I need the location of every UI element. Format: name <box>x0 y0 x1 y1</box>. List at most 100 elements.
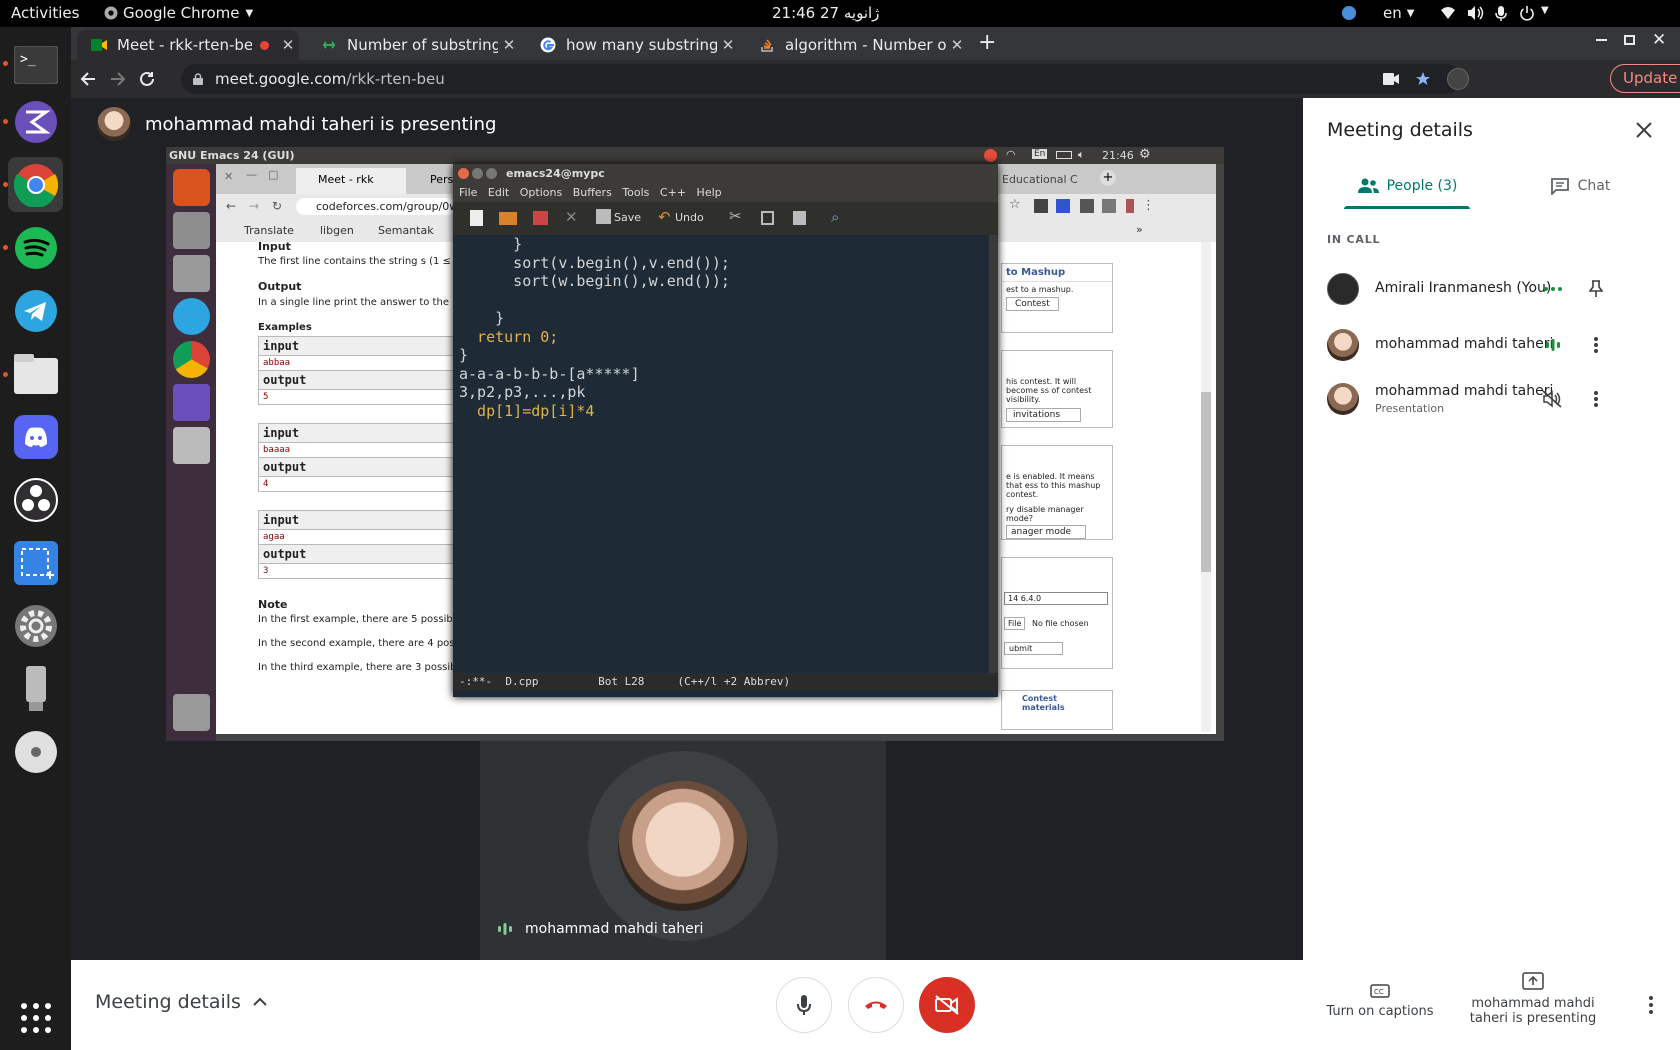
tab-meet[interactable]: Meet - rkk-rten-beu ✕ <box>77 30 299 60</box>
people-tab-label: People (3) <box>1386 178 1458 194</box>
dock-emacs[interactable] <box>8 94 63 149</box>
status-circle-icon[interactable] <box>1341 5 1357 25</box>
dock-files[interactable] <box>8 346 63 401</box>
emacs-minimize-icon <box>472 168 483 179</box>
profile-avatar[interactable] <box>1447 68 1469 90</box>
participant-row[interactable]: mohammad mahdi taheri Presentation <box>1327 375 1657 423</box>
file-status: No file chosen <box>1032 619 1089 628</box>
shared-more-vert-icon: ⋮ <box>1142 198 1155 213</box>
dock-terminal[interactable]: >_ <box>8 37 63 92</box>
tab-people[interactable]: People (3) <box>1344 164 1470 208</box>
shared-back-icon: ← <box>226 199 237 213</box>
update-button[interactable]: Update⋮ <box>1610 64 1680 93</box>
mashup-contest-button: Contest <box>1006 297 1059 311</box>
forward-icon[interactable] <box>110 71 126 87</box>
tab-substrings-1[interactable]: Number of substrings of a ✕ <box>307 30 520 60</box>
close-window-icon[interactable]: ✕ <box>1652 30 1666 50</box>
camera-button[interactable] <box>919 977 975 1033</box>
power-menu[interactable]: ▼ <box>1519 5 1549 21</box>
speaking-indicator-icon <box>1546 339 1560 351</box>
presenting-button[interactable]: mohammad mahdi taheri is presenting <box>1455 972 1611 1026</box>
new-tab-button[interactable]: + <box>978 30 996 55</box>
code-line: return 0; <box>459 327 559 346</box>
camera-indicator-icon[interactable] <box>1383 73 1399 85</box>
recording-dot-icon <box>260 40 269 50</box>
shared-ubuntu-icon <box>173 169 210 206</box>
code-line: sort(v.begin(),v.end()); <box>459 253 730 272</box>
pin-icon[interactable] <box>1589 280 1603 298</box>
dock-obs[interactable] <box>8 472 63 527</box>
more-options-button[interactable] <box>1648 995 1654 1015</box>
tab-stackoverflow[interactable]: algorithm - Number of su ✕ <box>745 30 968 60</box>
sample-test: input baaaa output 4 <box>258 423 458 492</box>
maximize-icon[interactable] <box>1624 35 1635 45</box>
presenting-banner: mohammad mahdi taheri is presenting <box>97 107 496 141</box>
wifi-icon[interactable] <box>1440 5 1456 25</box>
shared-window-title: GNU Emacs 24 (GUI) <box>169 149 295 162</box>
shared-bookmark: Semantak <box>378 224 434 237</box>
dock-spotify[interactable] <box>8 220 63 275</box>
dock-telegram[interactable] <box>8 283 63 338</box>
leave-call-button[interactable] <box>848 977 904 1033</box>
activities-button[interactable]: Activities <box>11 4 79 22</box>
url-host: meet.google.com <box>215 70 347 88</box>
shared-chrome-icon <box>173 341 210 378</box>
emacs-menu-item: Tools <box>622 186 650 199</box>
participant-row[interactable]: Amirali Iranmanesh (You) <box>1327 265 1657 313</box>
sample-output-value: 4 <box>259 476 457 491</box>
clock[interactable]: 21:46 27 ژانویه <box>772 4 879 22</box>
back-icon[interactable] <box>80 71 96 87</box>
volume-icon[interactable] <box>1466 5 1484 25</box>
problem-examples-heading: Examples <box>258 322 312 333</box>
app-menu[interactable]: Google Chrome ▼ <box>104 4 253 22</box>
dock-settings[interactable] <box>8 598 63 653</box>
dock-discord[interactable] <box>8 409 63 464</box>
dock-usb-drive[interactable] <box>8 661 63 716</box>
tab-close-icon[interactable]: ✕ <box>498 36 520 54</box>
shared-ubuntu-bar: GNU Emacs 24 (GUI) ◠ En 🔈︎ 21:46 ⚙ <box>166 147 1224 164</box>
dock-chrome[interactable] <box>8 157 63 212</box>
people-icon <box>1357 178 1379 193</box>
minimize-icon[interactable] <box>1596 39 1607 41</box>
microphone-icon[interactable] <box>1494 5 1508 26</box>
language-indicator[interactable]: en ▼ <box>1383 4 1414 22</box>
participant-subtitle: Presentation <box>1375 402 1445 415</box>
emacs-maximize-icon <box>486 168 497 179</box>
more-horiz-icon[interactable] <box>1544 287 1562 291</box>
code-line: a-a-a-b-b-b-[a*****] <box>459 364 640 383</box>
address-bar[interactable]: meet.google.com/rkk-rten-beu <box>181 64 1461 94</box>
shared-battery-icon <box>1056 151 1072 159</box>
tab-close-icon[interactable]: ✕ <box>717 36 739 54</box>
show-applications[interactable] <box>8 990 63 1045</box>
manager-text: e is enabled. It means that ess to this … <box>1006 472 1101 499</box>
dock-screenshot[interactable] <box>8 535 63 590</box>
shared-stop-icon <box>984 149 997 162</box>
dock-disc[interactable] <box>8 724 63 779</box>
more-vert-icon[interactable] <box>1594 391 1598 407</box>
meeting-details-toggle[interactable]: Meeting details <box>95 991 267 1013</box>
shared-telegram-icon <box>173 298 210 335</box>
search-icon: ⌕ <box>831 208 840 226</box>
emacs-toolbar: ✕ Save ↶ Undo ✂ ⌕ <box>453 202 998 235</box>
app-menu-label: Google Chrome <box>123 4 240 22</box>
more-vert-icon[interactable] <box>1594 337 1598 353</box>
materials-title: Contest materials <box>1022 694 1065 712</box>
panel-title: Meeting details <box>1327 119 1473 141</box>
stackoverflow-favicon-icon <box>761 39 773 52</box>
tab-chat[interactable]: Chat <box>1530 164 1630 208</box>
captions-button[interactable]: CC Turn on captions <box>1318 984 1442 1019</box>
tab-close-icon[interactable]: ✕ <box>946 36 968 54</box>
shared-drive-icon <box>173 427 210 464</box>
shared-tab: Meet - rkk <box>296 168 406 194</box>
microphone-button[interactable] <box>776 977 832 1033</box>
new-file-icon <box>470 210 483 226</box>
submit-button: ubmit <box>1004 642 1064 655</box>
reload-icon[interactable] <box>139 71 155 87</box>
participant-row[interactable]: mohammad mahdi taheri <box>1327 321 1657 369</box>
tab-close-icon[interactable]: ✕ <box>277 36 299 54</box>
bookmark-star-icon[interactable] <box>1415 71 1431 87</box>
meeting-details-panel: Meeting details People (3) Chat IN CALL … <box>1303 98 1680 960</box>
invitations-button: invitations <box>1006 408 1082 422</box>
tab-google-search[interactable]: how many substrings in a ✕ <box>526 30 739 60</box>
close-icon[interactable] <box>1632 118 1656 142</box>
